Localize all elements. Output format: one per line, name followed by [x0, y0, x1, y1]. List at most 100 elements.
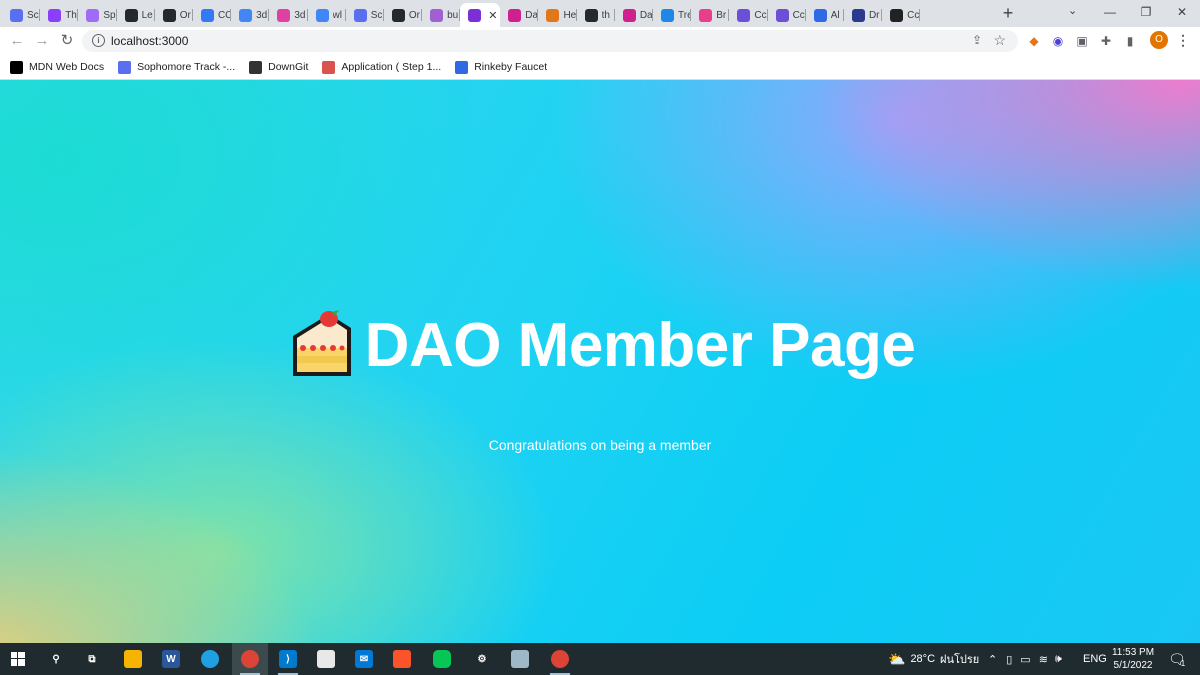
- tab-search-icon[interactable]: ⌄: [1068, 4, 1077, 17]
- address-bar[interactable]: i localhost:3000 ⇪ ☆: [82, 30, 1018, 52]
- bookmark-star-icon[interactable]: ☆: [993, 32, 1006, 49]
- browser-tab[interactable]: wl: [308, 3, 346, 27]
- metamask-extension-icon[interactable]: ◆: [1026, 33, 1042, 49]
- taskbar-edge[interactable]: [192, 643, 228, 675]
- back-button[interactable]: ←: [8, 32, 26, 50]
- diamond-icon: [353, 8, 367, 22]
- tab-title: Th: [65, 9, 77, 21]
- store-icon: [317, 650, 335, 668]
- taskbar-chrome[interactable]: [232, 643, 268, 675]
- extensions-puzzle-icon[interactable]: ✚: [1098, 33, 1114, 49]
- browser-tab[interactable]: CC: [193, 3, 232, 27]
- tab-active[interactable]: ✕: [460, 3, 501, 27]
- close-window-button[interactable]: ✕: [1164, 0, 1200, 24]
- task-view-button[interactable]: ⧉: [74, 643, 110, 675]
- browser-tab[interactable]: th: [577, 3, 615, 27]
- minimize-button[interactable]: —: [1092, 0, 1128, 24]
- extension-circle-icon[interactable]: ◉: [1050, 33, 1066, 49]
- browser-tab[interactable]: Da: [500, 3, 539, 27]
- w-logo-icon: [508, 8, 522, 22]
- share-icon[interactable]: ⇪: [972, 33, 982, 47]
- language-label: ENG: [1083, 653, 1107, 665]
- browser-tab[interactable]: Le: [117, 3, 155, 27]
- page-content: DAO Member Page Congratulations on being…: [0, 80, 1200, 643]
- taskbar-app[interactable]: [502, 643, 538, 675]
- planet-icon: [737, 8, 751, 22]
- browser-tab[interactable]: Tre: [653, 3, 692, 27]
- folder-icon: [124, 650, 142, 668]
- tab-title: Da: [525, 9, 539, 21]
- github-icon: [584, 8, 598, 22]
- side-panel-icon[interactable]: ▮: [1122, 33, 1138, 49]
- bookmark-item[interactable]: DownGit: [249, 60, 309, 74]
- bookmark-label: DownGit: [268, 61, 309, 73]
- forward-button[interactable]: →: [33, 32, 51, 50]
- browser-tab[interactable]: Al: [806, 3, 844, 27]
- bookmark-item[interactable]: MDN Web Docs: [10, 60, 105, 74]
- notifications-button[interactable]: 🗨 1: [1168, 643, 1186, 675]
- tab-strip: Sc Th Sp Le Or CC 3d 3d wl Sc Or bu ✕ Da He th Da Tre Br Cc…: [0, 0, 1200, 27]
- tab-title: He: [563, 9, 577, 21]
- bookmark-item[interactable]: Application ( Step 1...: [322, 60, 441, 74]
- unicorn-icon: [430, 8, 444, 22]
- taskbar-mail[interactable]: ✉: [346, 643, 382, 675]
- tab-title: Cc: [754, 9, 767, 21]
- tab-title: Al: [830, 9, 840, 21]
- browser-tab[interactable]: Cc: [882, 3, 921, 27]
- browser-tab[interactable]: Or: [384, 3, 423, 27]
- clock[interactable]: 11:53 PM 5/1/2022: [1108, 646, 1158, 672]
- browser-tab[interactable]: Or: [155, 3, 193, 27]
- browser-tab[interactable]: Da: [615, 3, 653, 27]
- brave-icon: [393, 650, 411, 668]
- taskbar-word[interactable]: W: [153, 643, 189, 675]
- new-tab-button[interactable]: +: [998, 4, 1018, 24]
- taskbar-file-explorer[interactable]: [115, 643, 151, 675]
- device-icon[interactable]: ▯: [1006, 653, 1012, 666]
- browser-tab[interactable]: Th: [40, 3, 79, 27]
- browser-tab[interactable]: 3d: [231, 3, 270, 27]
- browser-tab[interactable]: Cc: [729, 3, 768, 27]
- wifi-icon[interactable]: ≋: [1039, 653, 1048, 666]
- tab-title: Tre: [678, 9, 692, 21]
- chevron-up-icon[interactable]: ⌃: [988, 653, 997, 666]
- chart-logo-icon: [851, 8, 865, 22]
- taskbar-line[interactable]: [424, 643, 460, 675]
- tab-title: th: [601, 9, 610, 21]
- tab-title: Dr: [868, 9, 880, 21]
- tab-title: 3d: [256, 9, 268, 21]
- browser-tab[interactable]: Br: [691, 3, 730, 27]
- extension-window-icon[interactable]: ▣: [1074, 33, 1090, 49]
- start-button[interactable]: [0, 643, 36, 675]
- taskbar-vscode[interactable]: ⟩: [270, 643, 306, 675]
- close-tab-icon[interactable]: ✕: [488, 9, 497, 22]
- address-url[interactable]: localhost:3000: [111, 34, 188, 48]
- browser-tab[interactable]: Cc: [768, 3, 806, 27]
- bookmark-item[interactable]: Sophomore Track -...: [118, 60, 235, 74]
- restore-button[interactable]: ❐: [1128, 0, 1164, 24]
- bookmark-item[interactable]: Rinkeby Faucet: [455, 60, 547, 74]
- browser-tab[interactable]: bu: [422, 3, 461, 27]
- browser-tab[interactable]: Sc: [346, 3, 384, 27]
- page-heading: DAO Member Page: [364, 310, 916, 380]
- menu-kebab-icon[interactable]: ⋮: [1176, 32, 1190, 49]
- volume-icon[interactable]: 🕪: [1055, 653, 1062, 666]
- taskbar-store[interactable]: [308, 643, 344, 675]
- browser-tab[interactable]: Sp: [78, 3, 117, 27]
- taskbar-brave[interactable]: [384, 643, 420, 675]
- language-indicator[interactable]: ENG: [1083, 643, 1107, 675]
- reload-button[interactable]: ↻: [58, 32, 76, 50]
- weather-widget[interactable]: ⛅ 28°C ฝนโปรย: [888, 643, 979, 675]
- battery-icon[interactable]: ▭: [1020, 653, 1030, 666]
- browser-tab[interactable]: Sc: [2, 3, 41, 27]
- browser-tab[interactable]: He: [538, 3, 577, 27]
- search-button[interactable]: ⚲: [38, 643, 74, 675]
- taskbar-chrome-profile[interactable]: [542, 643, 578, 675]
- browser-tab[interactable]: Dr: [844, 3, 883, 27]
- browser-tab[interactable]: 3d: [269, 3, 308, 27]
- profile-avatar[interactable]: O: [1150, 31, 1168, 49]
- site-info-icon[interactable]: i: [92, 34, 105, 47]
- taskbar-settings[interactable]: ⚙: [464, 643, 500, 675]
- clock-date: 5/1/2022: [1113, 660, 1153, 671]
- task-view-icon: ⧉: [88, 653, 96, 665]
- bookmark-label: MDN Web Docs: [29, 61, 105, 73]
